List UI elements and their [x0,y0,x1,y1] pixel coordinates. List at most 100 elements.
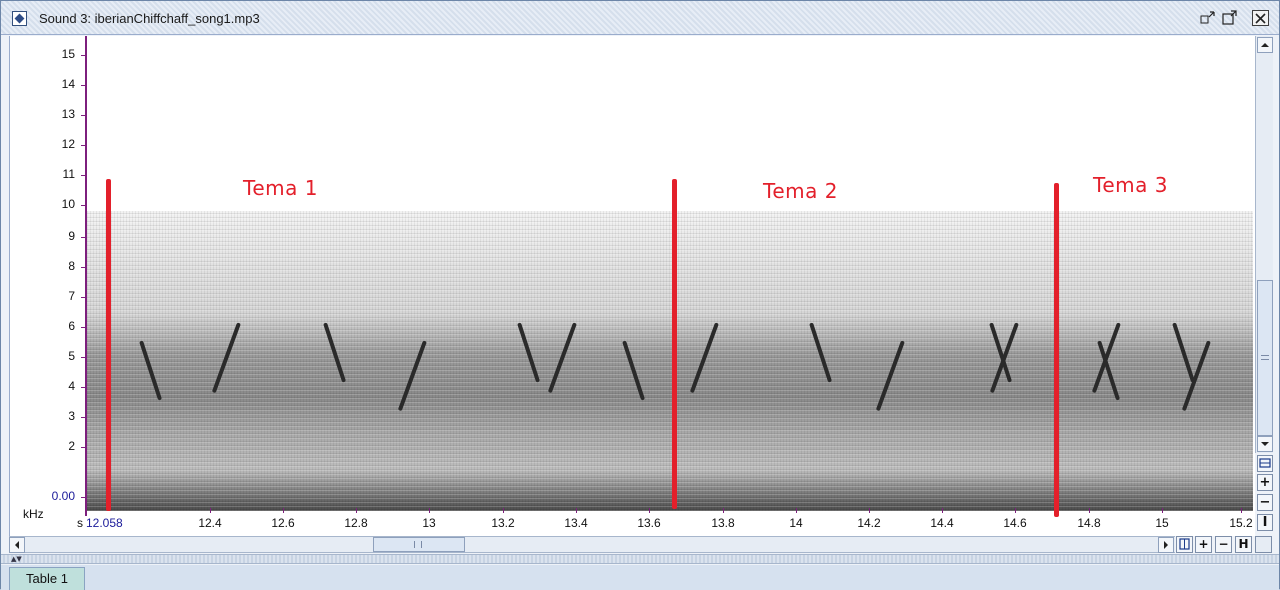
tab-table-1[interactable]: Table 1 [9,567,85,590]
theme-marker-line [672,179,677,509]
chevron-up-icon [1261,43,1269,47]
vertical-scrollbar[interactable] [1255,36,1273,453]
time-tick-label: 13 [422,516,436,530]
scroll-down-button[interactable] [1257,436,1273,452]
maximize-button[interactable] [1221,10,1238,26]
horizontal-zoom-in-button[interactable]: + [1195,536,1212,553]
time-tick-mark [429,508,430,513]
time-tick-mark [210,508,211,513]
title-bar[interactable]: Sound 3: iberianChiffchaff_song1.mp3 [1,1,1279,35]
frame-icon [1259,458,1271,468]
scroll-left-button[interactable] [9,537,25,553]
time-tick-mark [1241,508,1242,513]
frequency-tick-label: 7 [68,289,75,303]
frequency-tick-mark [81,297,86,298]
time-start-label: 12.058 [86,516,123,530]
close-button[interactable] [1252,10,1269,26]
theme-marker-label: Tema 1 [243,176,318,200]
frequency-tick-mark [81,175,86,176]
theme-marker-label: Tema 3 [1093,173,1168,197]
spectrogram-image[interactable] [87,211,1253,511]
chevron-down-icon [1261,442,1269,446]
scrollbar-corner [1255,536,1272,553]
vertical-scroll-thumb[interactable] [1257,280,1273,436]
time-tick-mark [1015,508,1016,513]
time-unit-label: s [77,516,83,530]
split-pane-divider[interactable] [1,554,1279,564]
horizontal-scrollbar[interactable] [9,536,1175,553]
frequency-tick-mark [81,205,86,206]
scroll-up-button[interactable] [1257,37,1273,53]
window-title: Sound 3: iberianChiffchaff_song1.mp3 [39,11,260,26]
frequency-tick-label: 13 [61,107,75,121]
frequency-tick-label: 8 [68,259,75,273]
time-tick-mark [1162,508,1163,513]
grip-icon [1261,355,1269,360]
horizontal-fit-frame-button[interactable] [1176,536,1193,553]
frequency-tick-label: 0.00 [51,489,75,503]
time-tick-mark [723,508,724,513]
theme-marker-label: Tema 2 [763,179,838,203]
frequency-tick-mark [81,387,86,388]
frequency-tick-label: 14 [61,77,75,91]
horizontal-fit-button[interactable]: H [1235,536,1252,553]
maximize-icon [1222,10,1237,25]
frequency-tick-mark [81,327,86,328]
frequency-tick-mark [81,85,86,86]
frequency-tick-mark [81,447,86,448]
time-tick-mark [503,508,504,513]
time-tick-mark [576,508,577,513]
theme-marker-line [1054,183,1059,517]
frequency-tick-mark [81,237,86,238]
time-tick-label: 12.6 [271,516,295,530]
time-tick-label: 15 [1155,516,1169,530]
horizontal-zoom-out-button[interactable]: − [1215,536,1232,553]
tab-strip [1,565,1279,590]
minimize-icon [1200,11,1215,24]
time-tick-label: 13.8 [711,516,735,530]
frequency-tick-label: 9 [68,229,75,243]
time-tick-label: 14.8 [1077,516,1101,530]
time-tick-label: 15.2 [1229,516,1253,530]
frequency-tick-mark [81,417,86,418]
scroll-right-button[interactable] [1158,537,1174,553]
frame-icon [1179,538,1190,550]
frequency-tick-label: 12 [61,137,75,151]
chevron-right-icon [1164,541,1168,549]
time-tick-label: 13.4 [564,516,588,530]
vertical-fit-frame-button[interactable] [1257,455,1273,472]
frequency-tick-label: 11 [62,167,75,181]
frequency-tick-label: 4 [68,379,75,393]
vertical-zoom-in-button[interactable]: + [1257,474,1273,491]
horizontal-scroll-thumb[interactable] [373,537,465,552]
vertical-zoom-out-button[interactable]: − [1257,494,1273,511]
frequency-tick-label: 6 [68,319,75,333]
frequency-unit-label: kHz [23,507,44,521]
frequency-tick-label: 2 [68,439,75,453]
frequency-tick-label: 15 [61,47,75,61]
frequency-tick-label: 10 [61,197,75,211]
frequency-tick-mark [81,55,86,56]
grip-icon [414,541,422,548]
time-tick-mark [1089,508,1090,513]
time-tick-label: 12.8 [344,516,368,530]
time-tick-label: 13.6 [637,516,661,530]
minimize-button[interactable] [1199,10,1216,26]
time-tick-mark [796,508,797,513]
time-tick-mark [942,508,943,513]
sound-window: Sound 3: iberianChiffchaff_song1.mp3 kHz… [0,0,1280,590]
time-tick-label: 14.6 [1003,516,1027,530]
frequency-tick-label: 3 [68,409,75,423]
theme-marker-line [106,179,111,511]
time-tick-label: 12.4 [198,516,222,530]
time-tick-label: 14 [789,516,803,530]
chevron-left-icon [15,541,19,549]
frequency-tick-mark [81,267,86,268]
frequency-tick-label: 5 [68,349,75,363]
time-tick-label: 13.2 [491,516,515,530]
split-arrows-icon[interactable]: ▲▼ [11,555,22,563]
frequency-tick-mark [81,145,86,146]
frequency-tick-mark [81,115,86,116]
app-icon [12,11,27,26]
close-icon [1255,13,1266,24]
